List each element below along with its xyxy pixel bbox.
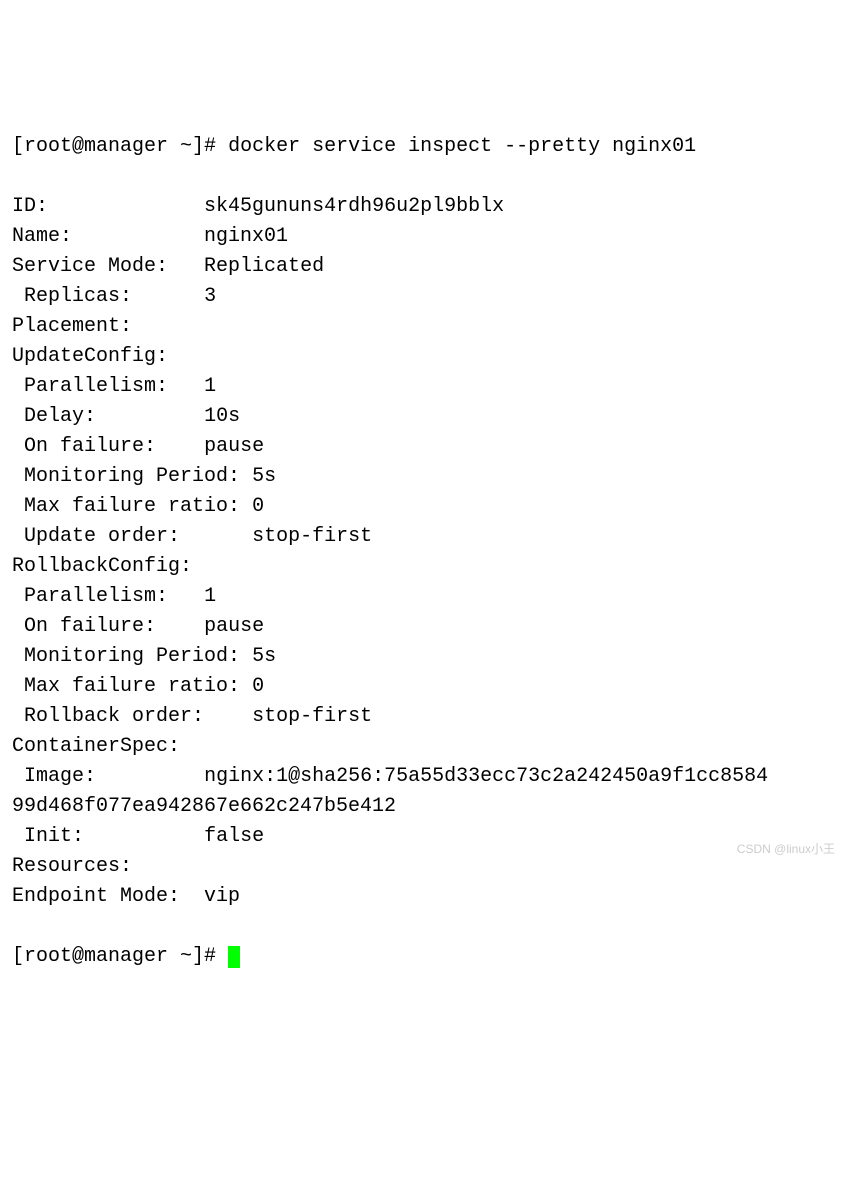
prompt-line-2: [root@manager ~]# xyxy=(12,945,240,968)
update-monitoring-line: Monitoring Period: 5s xyxy=(12,465,276,488)
resources-line: Resources: xyxy=(12,855,132,878)
service-mode-line: Service Mode: Replicated xyxy=(12,255,324,278)
update-order-line: Update order: stop-first xyxy=(12,525,372,548)
update-maxfail-line: Max failure ratio: 0 xyxy=(12,495,264,518)
placement-line: Placement: xyxy=(12,315,132,338)
endpoint-mode-line: Endpoint Mode: vip xyxy=(12,885,240,908)
containerspec-header: ContainerSpec: xyxy=(12,735,180,758)
update-delay-line: Delay: 10s xyxy=(12,405,240,428)
update-config-header: UpdateConfig: xyxy=(12,345,168,368)
rollback-monitoring-line: Monitoring Period: 5s xyxy=(12,645,276,668)
watermark-text: CSDN @linux小王 xyxy=(737,840,835,858)
id-line: ID: sk45gununs4rdh96u2pl9bblx xyxy=(12,195,504,218)
init-line: Init: false xyxy=(12,825,264,848)
rollback-config-header: RollbackConfig: xyxy=(12,555,192,578)
update-parallelism-line: Parallelism: 1 xyxy=(12,375,216,398)
name-line: Name: nginx01 xyxy=(12,225,288,248)
rollback-onfailure-line: On failure: pause xyxy=(12,615,264,638)
update-onfailure-line: On failure: pause xyxy=(12,435,264,458)
rollback-maxfail-line: Max failure ratio: 0 xyxy=(12,675,264,698)
image-line-2: 99d468f077ea942867e662c247b5e412 xyxy=(12,795,396,818)
cursor-block xyxy=(228,946,240,968)
rollback-order-line: Rollback order: stop-first xyxy=(12,705,372,728)
rollback-parallelism-line: Parallelism: 1 xyxy=(12,585,216,608)
image-line-1: Image: nginx:1@sha256:75a55d33ecc73c2a24… xyxy=(12,765,768,788)
prompt-line-1: [root@manager ~]# docker service inspect… xyxy=(12,135,696,158)
terminal-output[interactable]: [root@manager ~]# docker service inspect… xyxy=(12,132,853,972)
replicas-line: Replicas: 3 xyxy=(12,285,216,308)
